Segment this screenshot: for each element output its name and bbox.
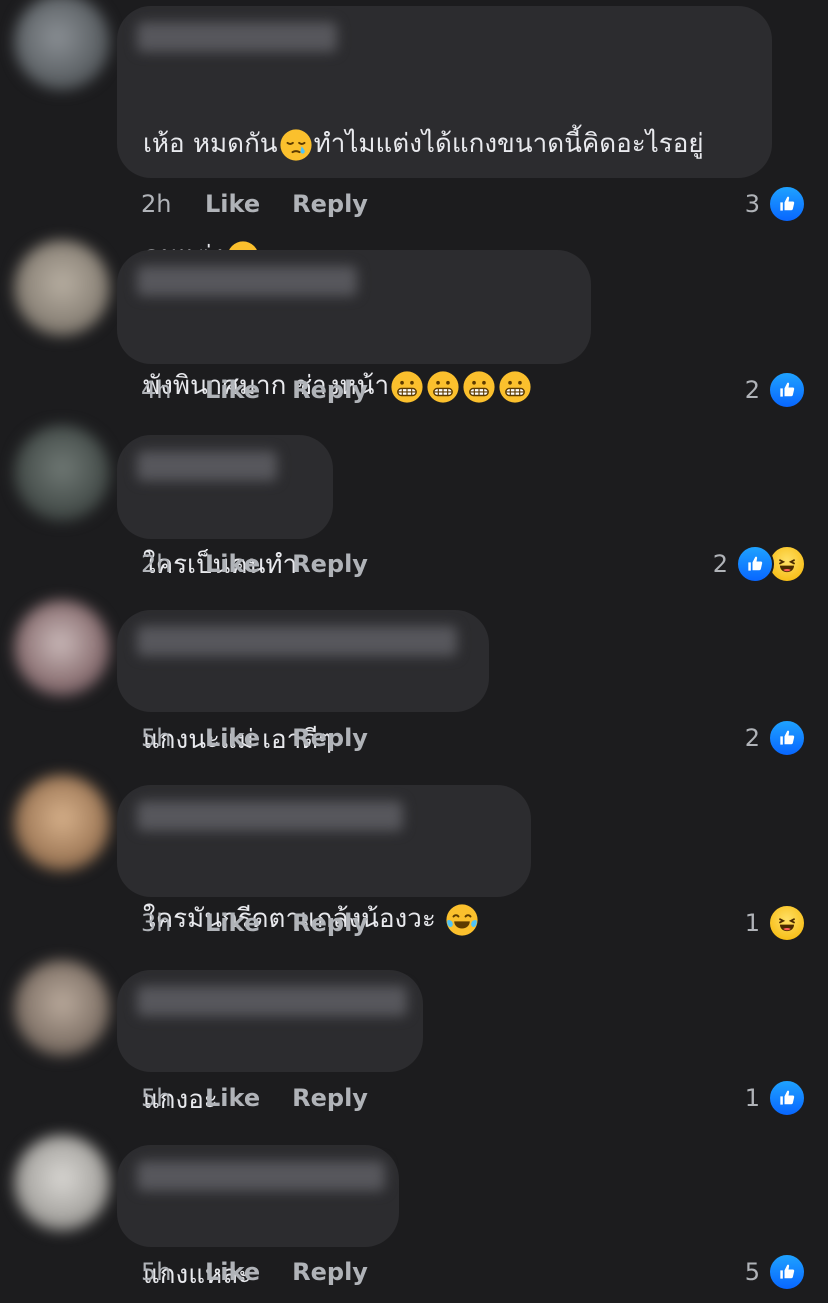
like-button[interactable]: Like (205, 909, 260, 937)
avatar[interactable] (14, 0, 110, 90)
avatar[interactable] (14, 775, 110, 871)
comment-timestamp[interactable]: 5h (141, 1258, 205, 1286)
comment-bubble[interactable]: แกงแหละ (117, 1145, 399, 1290)
reply-button[interactable]: Reply (292, 1084, 368, 1112)
reaction-count: 2 (744, 376, 760, 404)
author-name-redacted[interactable] (137, 1161, 385, 1191)
comment-actions: 5h Like Reply (141, 1252, 400, 1292)
comment-timestamp[interactable]: 3h (141, 909, 205, 937)
reaction-summary[interactable]: 2 (745, 718, 806, 758)
reaction-summary[interactable]: 2 (713, 544, 806, 584)
comment-item: ใครมันกรีดตาแกล้งน้องวะ 3h Like Reply 1 (0, 775, 828, 955)
reaction-summary[interactable]: 3 (745, 184, 806, 224)
author-name-redacted[interactable] (137, 801, 403, 831)
avatar[interactable] (14, 600, 110, 696)
author-name-redacted[interactable] (137, 266, 357, 296)
like-reaction-icon (736, 545, 774, 583)
reaction-summary[interactable]: 2 (745, 370, 806, 410)
avatar[interactable] (14, 425, 110, 521)
reply-button[interactable]: Reply (292, 190, 368, 218)
grimacing-face-icon (498, 370, 532, 404)
comment-item: พังพินาศมาก ช่างหน้า 4h Like Reply 2 (0, 240, 828, 420)
like-reaction-icon (768, 719, 806, 757)
comment-item: แกงนะแม่ เอาดีๆ 5h Like Reply 2 (0, 600, 828, 770)
comment-timestamp[interactable]: 4h (141, 376, 205, 404)
reply-button[interactable]: Reply (292, 909, 368, 937)
sleepy-face-icon (279, 128, 313, 162)
reaction-count: 2 (744, 724, 760, 752)
comment-actions: 5h Like Reply (141, 718, 400, 758)
author-name-redacted[interactable] (137, 626, 457, 656)
comment-timestamp[interactable]: 2h (141, 550, 205, 578)
reaction-count: 5 (744, 1258, 760, 1286)
avatar[interactable] (14, 240, 110, 336)
comment-bubble[interactable]: แกงนะแม่ เอาดีๆ (117, 610, 489, 755)
reply-button[interactable]: Reply (292, 724, 368, 752)
comment-item: แกงอะ 5h Like Reply 1 (0, 960, 828, 1130)
like-button[interactable]: Like (205, 376, 260, 404)
reaction-summary[interactable]: 1 (745, 1078, 806, 1118)
reaction-count: 1 (744, 1084, 760, 1112)
comment-actions: 2h Like Reply (141, 184, 400, 224)
avatar[interactable] (14, 960, 110, 1056)
reply-button[interactable]: Reply (292, 376, 368, 404)
reaction-count: 3 (744, 190, 760, 218)
comment-bubble[interactable]: แกงอะ (117, 970, 423, 1115)
haha-reaction-icon (768, 904, 806, 942)
reply-button[interactable]: Reply (292, 1258, 368, 1286)
reaction-count: 1 (744, 909, 760, 937)
comment-item: เห้อ หมดกัน ทำไมแต่งได้แกงขนาดนี้คิดอะไรอ… (0, 0, 828, 230)
comment-actions: 4h Like Reply (141, 370, 400, 410)
author-name-redacted[interactable] (137, 22, 337, 52)
comment-timestamp[interactable]: 5h (141, 724, 205, 752)
avatar[interactable] (14, 1135, 110, 1231)
comment-bubble[interactable]: เห้อ หมดกัน ทำไมแต่งได้แกงขนาดนี้คิดอะไรอ… (117, 6, 772, 178)
like-button[interactable]: Like (205, 550, 260, 578)
comment-actions: 3h Like Reply (141, 903, 400, 943)
comment-timestamp[interactable]: 2h (141, 190, 205, 218)
like-reaction-icon (768, 371, 806, 409)
like-button[interactable]: Like (205, 190, 260, 218)
like-reaction-icon (768, 1253, 806, 1291)
comment-bubble[interactable]: พังพินาศมาก ช่างหน้า (117, 250, 591, 364)
like-reaction-icon (768, 1079, 806, 1117)
reaction-count: 2 (712, 550, 728, 578)
grimacing-face-icon (426, 370, 460, 404)
tears-of-joy-icon (445, 903, 479, 937)
comment-actions: 5h Like Reply (141, 1078, 400, 1118)
comment-bubble[interactable]: ใครเป็นคนทำ (117, 435, 333, 580)
author-name-redacted[interactable] (137, 986, 407, 1016)
comment-timestamp[interactable]: 5h (141, 1084, 205, 1112)
reaction-summary[interactable]: 1 (745, 903, 806, 943)
reply-button[interactable]: Reply (292, 550, 368, 578)
like-button[interactable]: Like (205, 1258, 260, 1286)
comment-item: แกงแหละ 5h Like Reply 5 (0, 1135, 828, 1292)
comment-item: ใครเป็นคนทำ 2h Like Reply 2 (0, 425, 828, 595)
like-button[interactable]: Like (205, 1084, 260, 1112)
comment-bubble[interactable]: ใครมันกรีดตาแกล้งน้องวะ (117, 785, 531, 897)
reaction-summary[interactable]: 5 (745, 1252, 806, 1292)
like-button[interactable]: Like (205, 724, 260, 752)
comment-actions: 2h Like Reply (141, 544, 400, 584)
like-reaction-icon (768, 185, 806, 223)
author-name-redacted[interactable] (137, 451, 277, 481)
grimacing-face-icon (462, 370, 496, 404)
